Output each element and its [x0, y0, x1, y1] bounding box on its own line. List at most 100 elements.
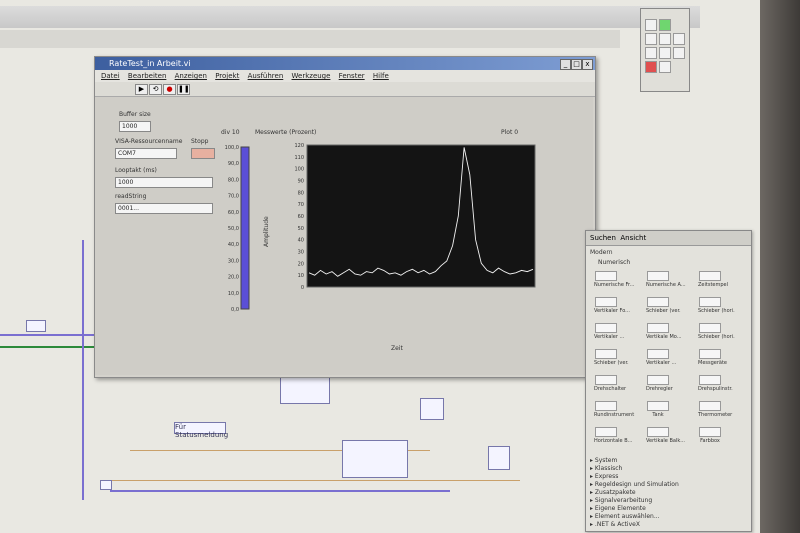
node-label: Für Statusmeldung [175, 423, 229, 439]
palette-category[interactable]: ▸ Signalverarbeitung [590, 497, 652, 504]
color-copy-tool-icon[interactable] [645, 61, 657, 73]
palette-control-icon[interactable]: Rundinstrument [594, 401, 634, 418]
subvi-node[interactable] [420, 398, 444, 420]
loop-rate-input[interactable]: 1000 [115, 177, 213, 188]
abort-button[interactable]: ● [163, 84, 176, 95]
palette-category[interactable]: ▸ Regeldesign und Simulation [590, 481, 679, 488]
palette-control-icon[interactable]: Zeitstempel [698, 271, 729, 288]
palette-control-label: Vertikaler Fo... [594, 308, 630, 314]
plot-area[interactable] [306, 144, 536, 288]
y-tick-label: 50 [298, 226, 304, 232]
palette-control-icon[interactable]: Drehschalter [594, 375, 627, 392]
palette-control-label: Tank [652, 412, 664, 418]
palette-control-icon[interactable]: Vertikaler Fo... [594, 297, 630, 314]
buffer-size-input[interactable]: 1000 [119, 121, 151, 132]
palette-control-label: Schieber (hori. [698, 308, 735, 314]
palette-control-icon[interactable]: Vertikaler ... [594, 323, 625, 340]
palette-category[interactable]: ▸ Element auswählen... [590, 513, 660, 520]
palette-control-icon[interactable]: Vertikale Mo... [646, 323, 682, 340]
palette-tab-view[interactable]: Ansicht [620, 234, 646, 242]
palette-control-icon[interactable]: Numerische A... [646, 271, 686, 288]
position-tool-icon[interactable] [645, 33, 657, 45]
palette-control-icon[interactable]: Vertikale Balk... [646, 427, 685, 444]
string-constant[interactable]: Für Statusmeldung [174, 422, 228, 439]
menu-bearbeiten[interactable]: Bearbeiten [128, 72, 166, 80]
y-tick-label: 10 [298, 273, 304, 279]
maximize-button[interactable]: □ [571, 59, 582, 70]
palette-control-label: Vertikale Balk... [646, 438, 685, 444]
palette-control-label: Vertikaler ... [594, 334, 625, 340]
tools-palette [640, 8, 690, 92]
tank-fill [240, 146, 250, 310]
tank-tick-label: 50,0 [228, 226, 239, 232]
palette-control-label: Numerische A... [646, 282, 686, 288]
controls-palette: Suchen Ansicht Modern Numerisch Numerisc… [585, 230, 752, 532]
palette-category[interactable]: ▸ Klassisch [590, 465, 622, 472]
case-structure[interactable] [342, 440, 408, 478]
palette-control-label: Zeitstempel [698, 282, 729, 288]
palette-category[interactable]: ▸ System [590, 457, 617, 464]
palette-control-icon[interactable]: Numerische Fr... [594, 271, 635, 288]
menubar: Datei Bearbeiten Anzeigen Projekt Ausfüh… [95, 70, 595, 82]
palette-category[interactable]: ▸ .NET & ActiveX [590, 521, 640, 528]
tank-tick-label: 80,0 [228, 177, 239, 183]
palette-control-icon[interactable]: Vertikaler ... [646, 349, 676, 366]
tank-tick-label: 10,0 [228, 291, 239, 297]
palette-control-icon[interactable]: Drehspulinstr. [698, 375, 733, 392]
menu-ausfuehren[interactable]: Ausführen [248, 72, 284, 80]
palette-control-label: Numerische Fr... [594, 282, 635, 288]
breakpoint-tool-icon[interactable] [659, 47, 671, 59]
visa-resource-select[interactable]: COM7 [115, 148, 177, 159]
run-continuously-button[interactable]: ⟲ [149, 84, 162, 95]
palette-control-icon[interactable]: Schieber (ver. [594, 349, 629, 366]
window-titlebar: RateTest_in Arbeit.vi _ □ x [95, 57, 595, 70]
auto-tool-icon[interactable] [659, 19, 671, 31]
wiring-tool-icon[interactable] [673, 33, 685, 45]
palette-category[interactable]: ▸ Zusatzpakete [590, 489, 636, 496]
menu-werkzeuge[interactable]: Werkzeuge [292, 72, 331, 80]
close-button[interactable]: x [582, 59, 593, 70]
palette-control-icon[interactable]: Thermometer [698, 401, 733, 418]
menu-hilfe[interactable]: Hilfe [373, 72, 389, 80]
front-panel-window: RateTest_in Arbeit.vi _ □ x Datei Bearbe… [94, 56, 596, 378]
palette-control-icon[interactable]: Schieber (hori. [698, 323, 735, 340]
palette-category[interactable]: ▸ Express [590, 473, 618, 480]
operate-tool-icon[interactable] [645, 19, 657, 31]
palette-control-icon[interactable]: Schieber (ver. [646, 297, 681, 314]
y-tick-label: 100 [294, 167, 304, 173]
palette-subsection[interactable]: Numerisch [598, 259, 630, 266]
palette-category[interactable]: ▸ Eigene Elemente [590, 505, 646, 512]
x-axis-label: Zeit [391, 345, 403, 352]
text-tool-icon[interactable] [659, 33, 671, 45]
wire [110, 490, 450, 492]
read-string-indicator: 0001... [115, 203, 213, 214]
run-button[interactable]: ▶ [135, 84, 148, 95]
palette-control-icon[interactable]: Horizontale B... [594, 427, 632, 444]
color-tool-icon[interactable] [659, 61, 671, 73]
minimize-button[interactable]: _ [560, 59, 571, 70]
palette-control-icon[interactable]: Schieber (hori. [698, 297, 735, 314]
loop-rate-label: Looptakt (ms) [115, 167, 157, 174]
menu-fenster[interactable]: Fenster [339, 72, 365, 80]
stop-button[interactable] [191, 148, 215, 159]
menu-anzeigen[interactable]: Anzeigen [175, 72, 207, 80]
numeric-constant[interactable] [100, 480, 112, 490]
palette-control-label: Drehschalter [594, 386, 627, 392]
tank-tick-label: 0,0 [231, 307, 239, 313]
subvi-node[interactable] [26, 320, 46, 332]
menu-projekt[interactable]: Projekt [215, 72, 239, 80]
palette-control-label: Thermometer [698, 412, 733, 418]
probe-tool-icon[interactable] [673, 47, 685, 59]
y-tick-label: 120 [294, 143, 304, 149]
palette-control-icon[interactable]: Drehregler [646, 375, 673, 392]
palette-control-icon[interactable]: Tank [646, 401, 670, 418]
palette-control-icon[interactable]: Messgeräte [698, 349, 727, 366]
tank-tick-label: 30,0 [228, 258, 239, 264]
palette-section[interactable]: Modern [590, 249, 613, 256]
palette-tab-search[interactable]: Suchen [590, 234, 616, 242]
subvi-node[interactable] [488, 446, 510, 470]
menu-datei[interactable]: Datei [101, 72, 120, 80]
palette-control-icon[interactable]: Farbbox [698, 427, 722, 444]
pause-button[interactable]: ❚❚ [177, 84, 190, 95]
scroll-tool-icon[interactable] [645, 47, 657, 59]
